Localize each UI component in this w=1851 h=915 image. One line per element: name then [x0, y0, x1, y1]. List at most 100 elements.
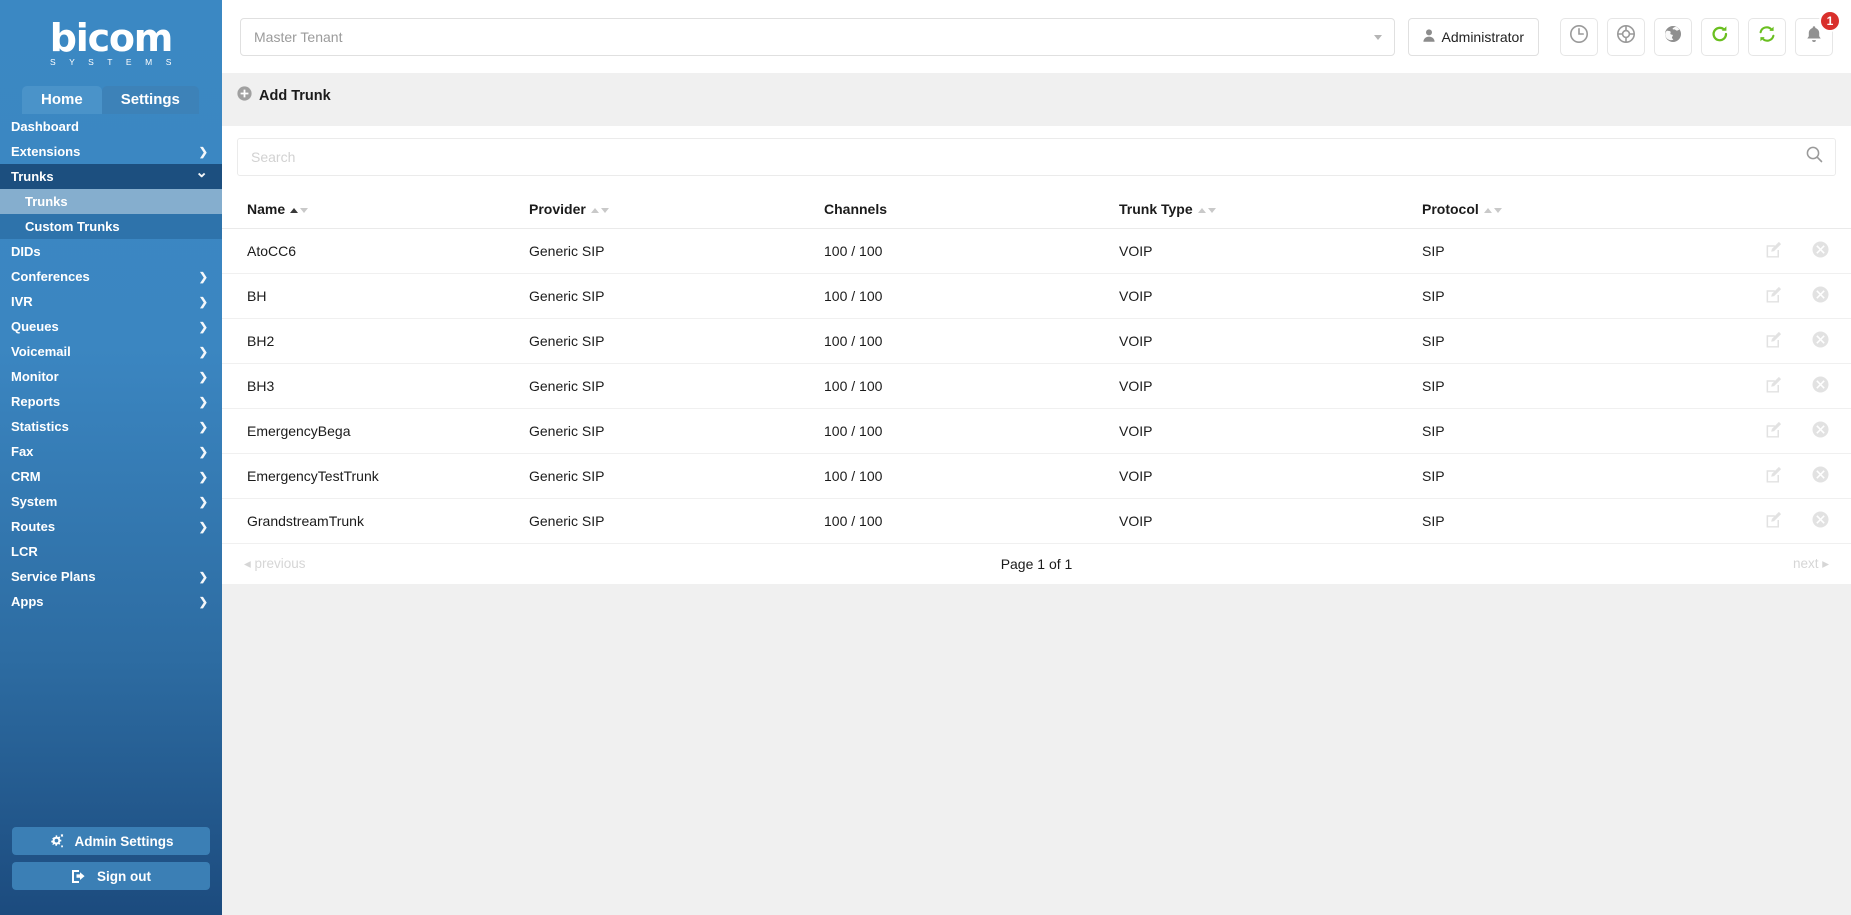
table-row[interactable]: BH3 Generic SIP 100 / 100 VOIP SIP	[222, 363, 1851, 409]
cell-actions	[1722, 453, 1851, 499]
sort-asc-icon[interactable]	[290, 208, 299, 213]
delete-icon[interactable]	[1812, 331, 1829, 351]
column-header-provider[interactable]: Provider	[529, 186, 824, 229]
delete-icon[interactable]	[1812, 466, 1829, 486]
refresh-icon	[1710, 24, 1730, 49]
sort-desc-icon[interactable]	[600, 208, 609, 213]
sidebar-item-dashboard[interactable]: Dashboard	[0, 114, 222, 139]
refresh-icon-button[interactable]	[1701, 17, 1739, 56]
sidebar-item-service-plans[interactable]: Service Plans ❯	[0, 564, 222, 589]
globe-icon-button[interactable]	[1654, 17, 1692, 56]
sign-out-button[interactable]: Sign out	[12, 862, 210, 890]
edit-icon[interactable]	[1765, 511, 1782, 531]
edit-icon[interactable]	[1765, 376, 1782, 396]
sort-arrows-protocol[interactable]	[1483, 200, 1502, 216]
tab-home[interactable]: Home	[22, 86, 102, 114]
chevron-right-icon[interactable]: ❯	[199, 295, 208, 308]
sidebar-item-system[interactable]: System ❯	[0, 489, 222, 514]
search-input[interactable]	[238, 139, 1835, 175]
sidebar-item-statistics[interactable]: Statistics ❯	[0, 414, 222, 439]
chevron-right-icon[interactable]: ❯	[199, 595, 208, 608]
table-row[interactable]: GrandstreamTrunk Generic SIP 100 / 100 VOIP…	[222, 498, 1851, 544]
sort-arrows-trunk-type[interactable]	[1197, 200, 1216, 216]
chevron-right-icon[interactable]: ❯	[199, 145, 208, 158]
column-header-actions	[1722, 186, 1851, 229]
sign-out-icon	[71, 869, 88, 884]
delete-icon[interactable]	[1812, 511, 1829, 531]
edit-icon[interactable]	[1765, 421, 1782, 441]
sort-arrows-provider[interactable]	[590, 200, 609, 216]
brand-logo[interactable]: bicom S Y S T E M S	[0, 0, 222, 82]
add-trunk-button[interactable]: Add Trunk	[237, 86, 331, 105]
delete-icon[interactable]	[1812, 241, 1829, 261]
search-icon[interactable]	[1806, 146, 1823, 168]
sidebar-subitem-custom-trunks[interactable]: Custom Trunks	[0, 214, 222, 239]
chevron-right-icon[interactable]: ❯	[199, 370, 208, 383]
sort-asc-icon[interactable]	[1483, 208, 1492, 213]
chevron-right-icon[interactable]: ❯	[199, 470, 208, 483]
chevron-right-icon[interactable]: ❯	[199, 320, 208, 333]
sidebar-item-label: IVR	[11, 294, 33, 309]
chevron-right-icon[interactable]: ❯	[199, 420, 208, 433]
table-row[interactable]: BH2 Generic SIP 100 / 100 VOIP SIP	[222, 318, 1851, 364]
sidebar-item-fax[interactable]: Fax ❯	[0, 439, 222, 464]
notifications-button[interactable]: 1	[1795, 9, 1841, 56]
sidebar-item-routes[interactable]: Routes ❯	[0, 514, 222, 539]
sidebar-item-queues[interactable]: Queues ❯	[0, 314, 222, 339]
previous-page-button[interactable]: ◂ previous	[244, 556, 306, 572]
edit-icon[interactable]	[1765, 286, 1782, 306]
cell-channels: 100 / 100	[824, 318, 1119, 364]
sort-asc-icon[interactable]	[590, 208, 599, 213]
chevron-right-icon[interactable]: ❯	[199, 520, 208, 533]
sidebar-item-trunks[interactable]: Trunks ⌄	[0, 164, 222, 189]
sort-desc-icon[interactable]	[1207, 208, 1216, 213]
chevron-right-icon[interactable]: ❯	[199, 570, 208, 583]
search-box[interactable]	[237, 138, 1836, 176]
sidebar-item-lcr[interactable]: LCR	[0, 539, 222, 564]
delete-icon[interactable]	[1812, 421, 1829, 441]
sidebar-item-conferences[interactable]: Conferences ❯	[0, 264, 222, 289]
column-header-protocol[interactable]: Protocol	[1422, 186, 1722, 229]
edit-icon[interactable]	[1765, 466, 1782, 486]
sidebar-subitem-trunks[interactable]: Trunks	[0, 189, 222, 214]
table-row[interactable]: EmergencyTestTrunk Generic SIP 100 / 100 VO…	[222, 453, 1851, 499]
chevron-down-icon[interactable]: ⌄	[195, 163, 208, 181]
chevron-right-icon[interactable]: ❯	[199, 395, 208, 408]
edit-icon[interactable]	[1765, 241, 1782, 261]
user-menu-button[interactable]: Administrator	[1407, 17, 1539, 56]
delete-icon[interactable]	[1812, 376, 1829, 396]
sort-arrows-name[interactable]	[290, 200, 309, 216]
user-menu-label: Administrator	[1441, 28, 1524, 45]
column-header-channels[interactable]: Channels	[824, 186, 1119, 229]
chevron-right-icon[interactable]: ❯	[199, 345, 208, 358]
sidebar-item-reports[interactable]: Reports ❯	[0, 389, 222, 414]
sidebar-footer: Admin Settings Sign out	[0, 827, 222, 897]
tenant-select[interactable]: Master Tenant	[240, 17, 1395, 56]
sidebar-item-dids[interactable]: DIDs	[0, 239, 222, 264]
column-header-name[interactable]: Name	[222, 186, 529, 229]
sidebar-item-voicemail[interactable]: Voicemail ❯	[0, 339, 222, 364]
sidebar-item-extensions[interactable]: Extensions ❯	[0, 139, 222, 164]
sidebar-item-monitor[interactable]: Monitor ❯	[0, 364, 222, 389]
admin-settings-button[interactable]: Admin Settings	[12, 827, 210, 855]
chevron-right-icon[interactable]: ❯	[199, 495, 208, 508]
chevron-right-icon[interactable]: ❯	[199, 445, 208, 458]
sidebar-item-apps[interactable]: Apps ❯	[0, 589, 222, 614]
column-header-trunk-type[interactable]: Trunk Type	[1119, 186, 1422, 229]
table-row[interactable]: EmergencyBega Generic SIP 100 / 100 VOIP SIP	[222, 408, 1851, 454]
sort-desc-icon[interactable]	[300, 208, 309, 213]
edit-icon[interactable]	[1765, 331, 1782, 351]
table-row[interactable]: AtoCC6 Generic SIP 100 / 100 VOIP SIP	[222, 228, 1851, 274]
sync-icon-button[interactable]	[1748, 17, 1786, 56]
delete-icon[interactable]	[1812, 286, 1829, 306]
sidebar-item-crm[interactable]: CRM ❯	[0, 464, 222, 489]
table-row[interactable]: BH Generic SIP 100 / 100 VOIP SIP	[222, 273, 1851, 319]
sort-desc-icon[interactable]	[1493, 208, 1502, 213]
next-page-button[interactable]: next ▸	[1793, 556, 1829, 572]
clock-icon-button[interactable]	[1560, 17, 1598, 56]
chevron-right-icon[interactable]: ❯	[199, 270, 208, 283]
sidebar-item-ivr[interactable]: IVR ❯	[0, 289, 222, 314]
tab-settings[interactable]: Settings	[101, 86, 199, 114]
sort-asc-icon[interactable]	[1197, 208, 1206, 213]
support-icon-button[interactable]	[1607, 17, 1645, 56]
